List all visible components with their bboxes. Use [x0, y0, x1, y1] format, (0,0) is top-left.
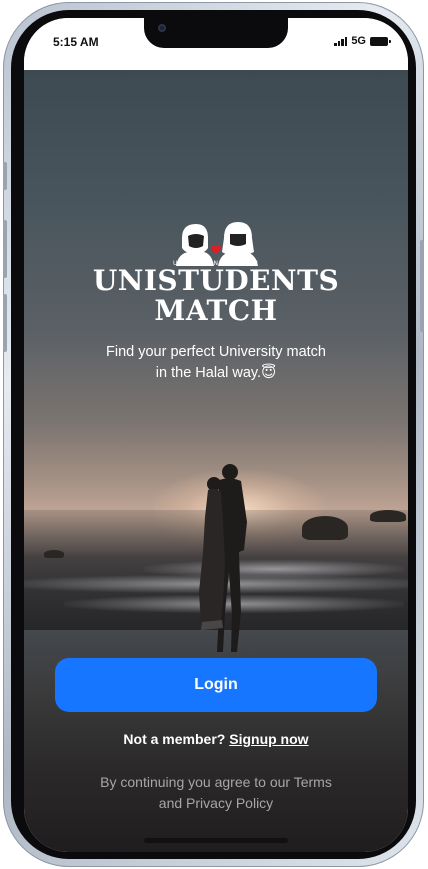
power-button: [420, 240, 424, 332]
signal-icon: [334, 36, 348, 46]
volume-down-button: [3, 294, 7, 352]
heart-icon: [211, 244, 221, 254]
tagline-line1: Find your perfect University match: [106, 344, 326, 360]
notch: [144, 18, 288, 48]
login-button[interactable]: Login: [55, 658, 377, 712]
tagline-line2: in the Halal way.: [155, 365, 262, 381]
battery-icon: [370, 36, 391, 46]
home-indicator[interactable]: [144, 838, 288, 843]
volume-up-button: [3, 220, 7, 278]
status-icons: 5G: [334, 35, 391, 47]
brand-title: UNISTUDENTS MATCH: [24, 266, 408, 326]
signup-link[interactable]: Signup now: [229, 731, 308, 747]
smiling-halo-emoji-icon: 😇: [261, 365, 277, 381]
tagline: Find your perfect University match in th…: [64, 342, 368, 384]
status-time: 5:15 AM: [53, 35, 99, 49]
brand-line2: MATCH: [154, 294, 278, 327]
rock: [370, 510, 406, 522]
signup-prompt: Not a member? Signup now: [24, 731, 408, 747]
couple-silhouette: [199, 464, 247, 652]
camera-icon: [158, 24, 166, 32]
mute-switch: [3, 162, 7, 190]
brand-line1: UNISTUDENTS: [92, 264, 340, 297]
terms-line1: By continuing you agree to our Terms: [100, 774, 332, 790]
not-member-text: Not a member?: [123, 731, 226, 747]
rock: [302, 516, 348, 540]
rock: [44, 550, 64, 558]
status-bar: 5:15 AM 5G: [24, 18, 408, 70]
terms-text: By continuing you agree to our Terms and…: [74, 772, 358, 814]
network-type: 5G: [351, 35, 366, 47]
terms-line2: and Privacy Policy: [158, 795, 274, 811]
app-screen: 5:15 AM 5G UNISTUDENTS MATCH UNISTUDENTS…: [24, 18, 408, 852]
